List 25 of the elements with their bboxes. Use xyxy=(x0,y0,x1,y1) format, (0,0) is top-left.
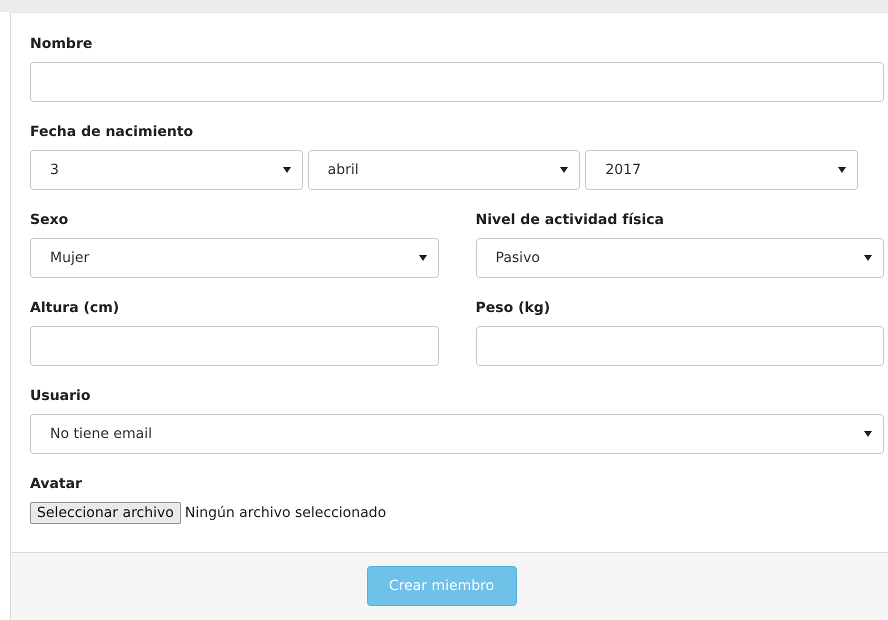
caret-icon xyxy=(838,167,846,173)
caret-icon xyxy=(864,255,872,261)
field-label: Usuario xyxy=(30,387,92,406)
file-status: Ningún archivo seleccionado xyxy=(184,505,386,521)
dropdown-field[interactable]: No tiene email xyxy=(30,414,884,454)
dropdown-field[interactable]: 3 xyxy=(30,150,303,190)
caret-icon xyxy=(282,167,291,173)
text-field[interactable] xyxy=(476,326,884,366)
dropdown-field[interactable]: Pasivo xyxy=(476,238,884,278)
dropdown-field[interactable]: Mujer xyxy=(30,238,438,278)
field-label: Sexo xyxy=(30,211,70,230)
caret-icon xyxy=(418,255,426,261)
choose-file-button[interactable]: Seleccionar archivo xyxy=(30,502,181,524)
field-label: Altura (cm) xyxy=(30,299,120,318)
field-label: Fecha de nacimiento xyxy=(30,123,194,142)
dropdown-field[interactable]: 2017 xyxy=(585,150,858,190)
field-label: Nivel de actividad física xyxy=(476,211,665,230)
text-field[interactable] xyxy=(30,326,438,366)
caret-icon xyxy=(560,167,568,173)
dropdown-field[interactable]: abril xyxy=(308,150,580,190)
caret-icon xyxy=(864,431,872,437)
field-label: Peso (kg) xyxy=(476,299,552,318)
text-field[interactable] xyxy=(30,62,884,102)
field-label: Avatar xyxy=(30,475,83,494)
field-label: Nombre xyxy=(30,35,94,54)
